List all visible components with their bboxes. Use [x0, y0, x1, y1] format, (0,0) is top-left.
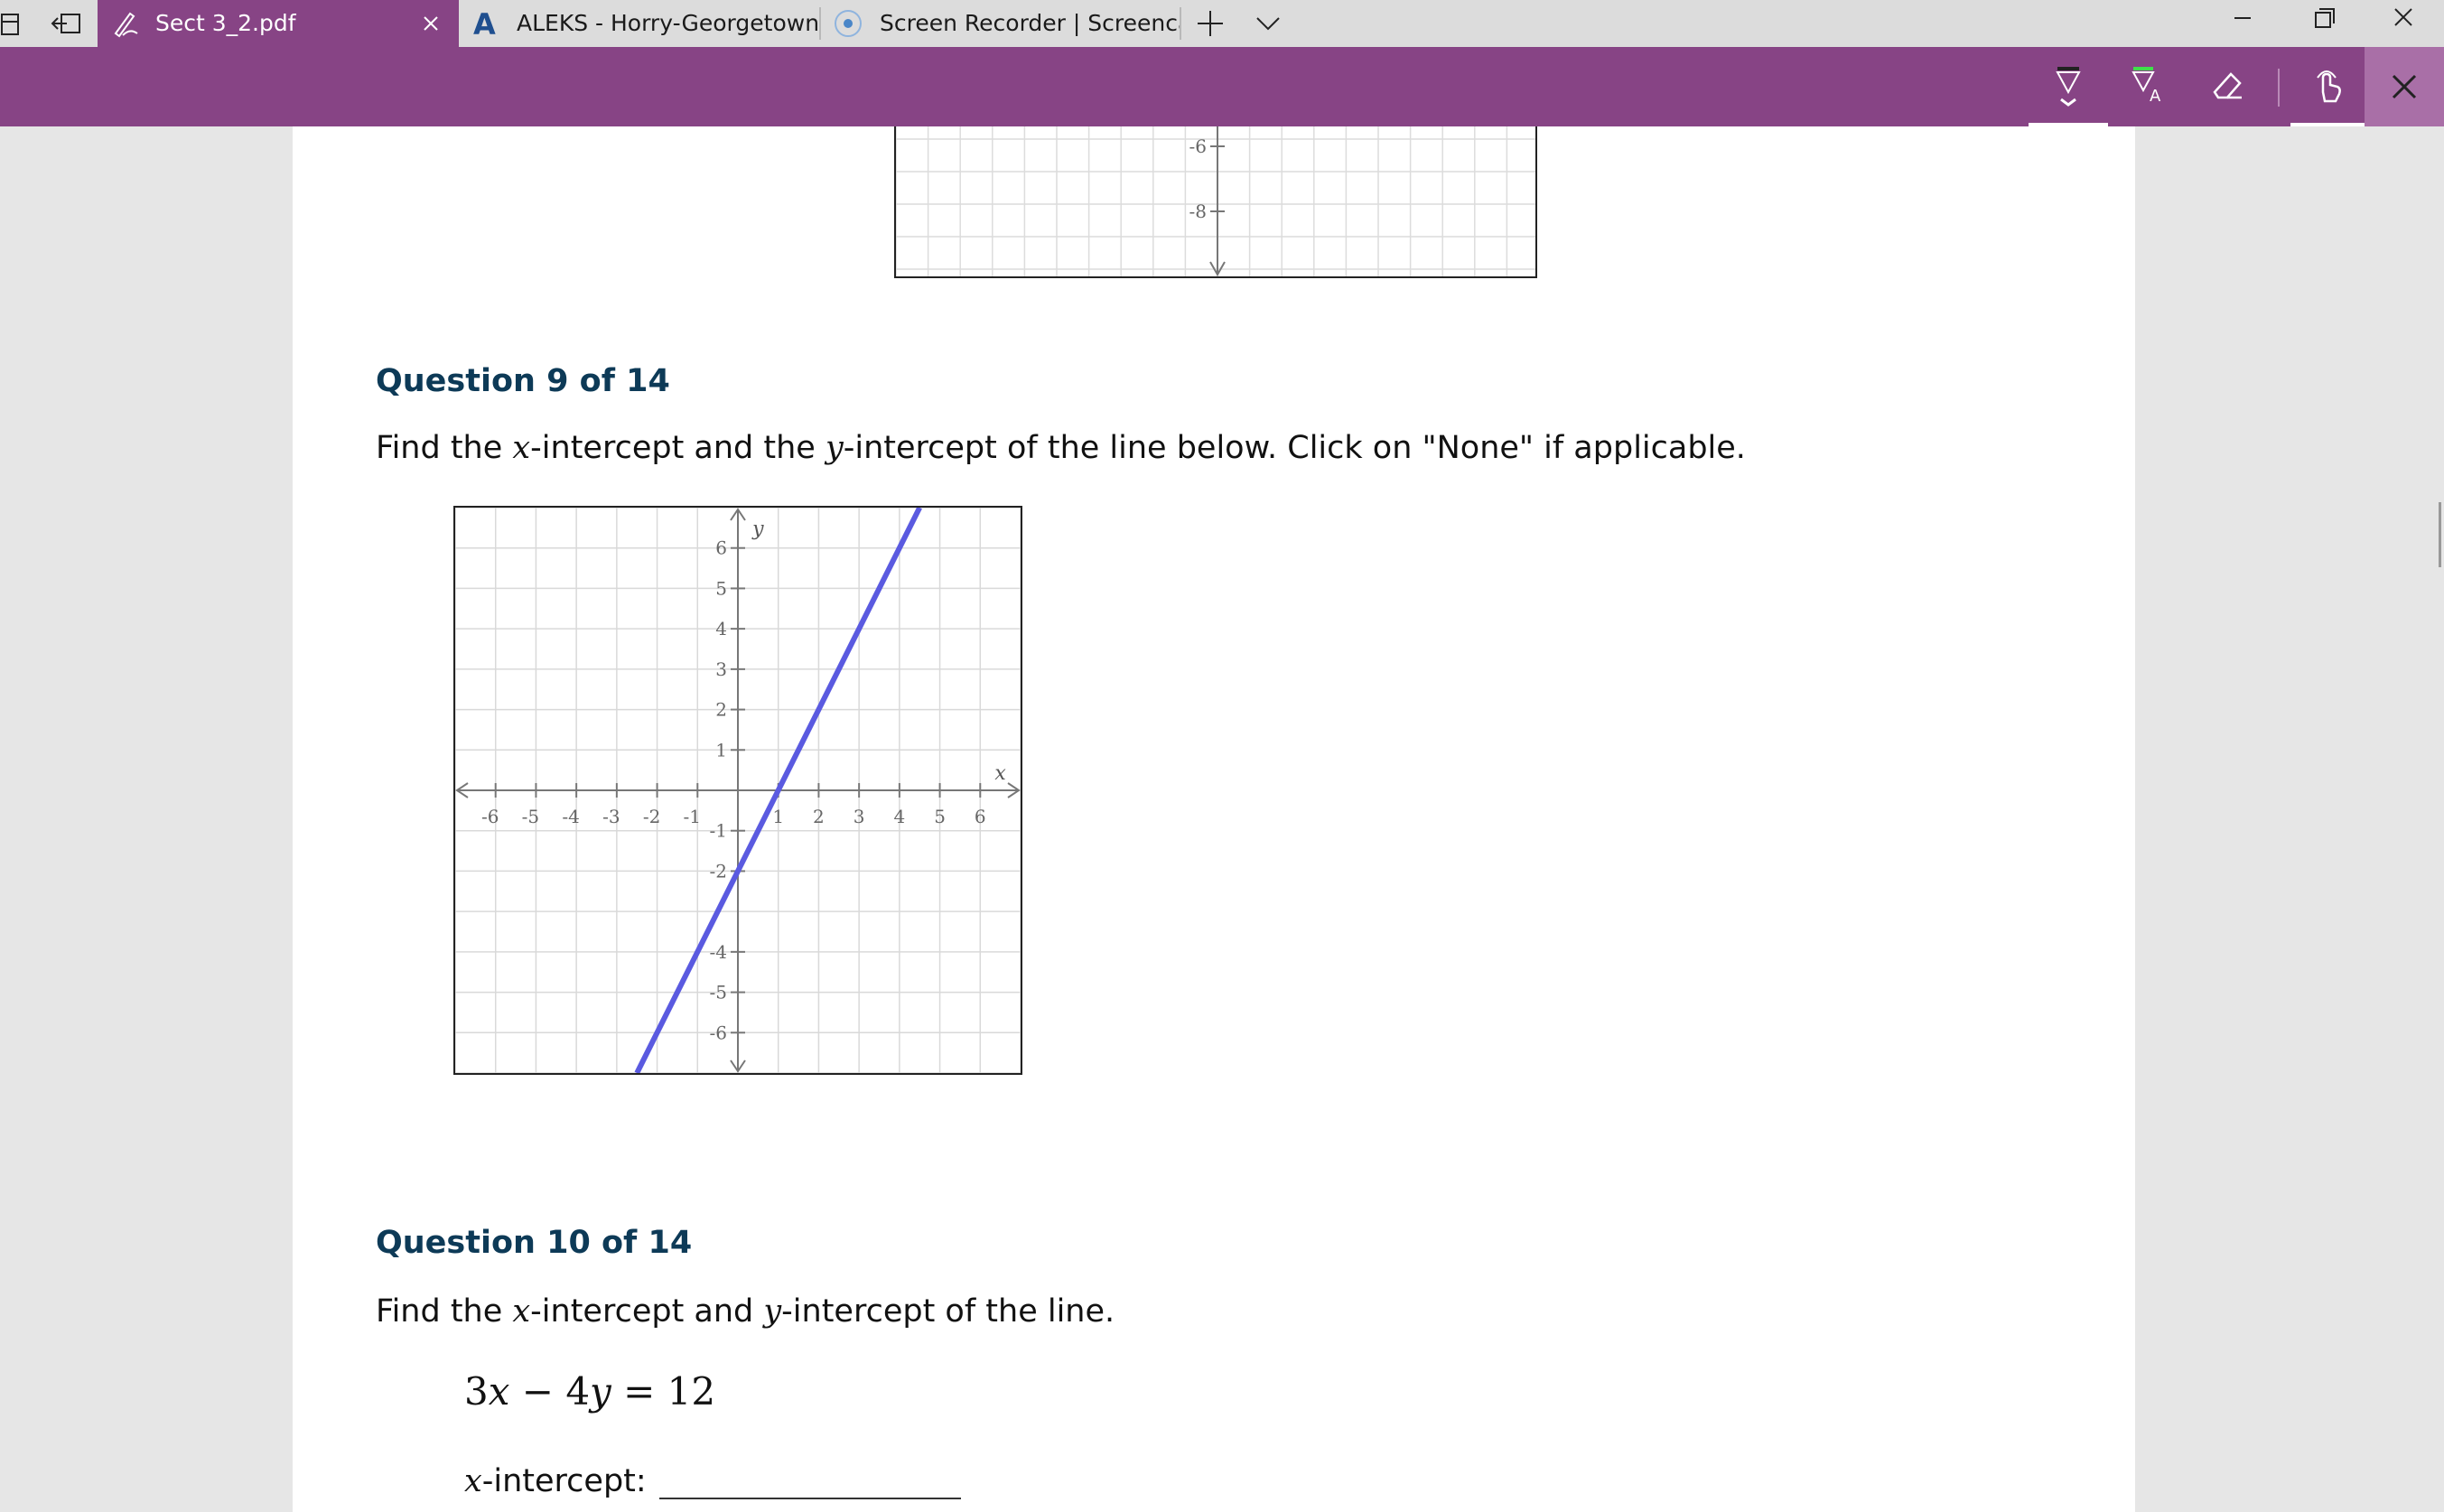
- tab-divider: [1180, 7, 1181, 40]
- tab-sect-3-2-pdf[interactable]: Sect 3_2.pdf: [98, 0, 459, 47]
- variable-y: y: [763, 1293, 782, 1330]
- x-tick-label: 3: [854, 806, 865, 827]
- chevron-down-icon[interactable]: [1252, 7, 1284, 40]
- y-tick-label: -8: [1189, 201, 1207, 222]
- browser-tab-bar: Sect 3_2.pdf A ALEKS - Horry-Georgetown …: [0, 0, 2444, 47]
- y-tick-label: -2: [710, 860, 727, 882]
- x-tick-label: -2: [643, 806, 660, 827]
- prompt-text: -intercept of the line below. Click on "…: [843, 430, 1746, 466]
- answer-label: -intercept:: [481, 1463, 647, 1499]
- highlight-text-icon: A: [2132, 67, 2161, 106]
- prompt-text: -intercept and: [530, 1293, 764, 1330]
- draw-tool-button[interactable]: [2029, 47, 2108, 126]
- touch-write-icon: [2317, 70, 2341, 103]
- y-tick-label: 3: [715, 658, 727, 680]
- prompt-text: -intercept and the: [530, 430, 826, 466]
- svg-text:A: A: [473, 8, 496, 39]
- svg-text:A: A: [2150, 87, 2161, 106]
- highlight-tool-button[interactable]: A: [2108, 47, 2187, 126]
- tab-title: Sect 3_2.pdf: [155, 10, 296, 36]
- touch-write-button[interactable]: [2290, 47, 2370, 126]
- x-tick-label: 4: [893, 806, 905, 827]
- pen-icon: [110, 8, 141, 39]
- x-tick-label: 6: [975, 806, 986, 827]
- window-close-button[interactable]: [2363, 0, 2444, 47]
- tab-title: ALEKS - Horry-Georgetown: [517, 10, 820, 36]
- x-tick-label: -3: [602, 806, 620, 827]
- y-tick-label: -6: [710, 1022, 727, 1043]
- eraser-tool-button[interactable]: [2187, 47, 2267, 126]
- x-tick-label: -6: [481, 806, 499, 827]
- tab-aleks[interactable]: A ALEKS - Horry-Georgetown: [459, 0, 820, 47]
- tab-title: Screen Recorder | Screencas: [880, 10, 1180, 36]
- y-axis-label: y: [751, 518, 764, 540]
- coordinate-plane-graph: -6 -5 -4 -3 -2 -1 1 2 3 4 5 6 6 5 4 3 2 1 -1 -2 -4 -5 -6 x y: [453, 506, 1022, 1075]
- set-aside-tabs-icon[interactable]: [51, 7, 83, 40]
- previous-graph-grid: -6 -8: [896, 126, 1535, 276]
- x-tick-label: 2: [813, 806, 825, 827]
- y-tick-label: 5: [715, 577, 727, 599]
- y-tick-label: -4: [710, 941, 727, 963]
- close-tab-icon[interactable]: [415, 8, 446, 39]
- draw-icon: [2056, 67, 2081, 107]
- x-tick-label: -4: [562, 806, 579, 827]
- tab-divider: [819, 7, 821, 40]
- question-10-equation: 3x − 4y = 12: [464, 1369, 715, 1414]
- y-tick-label: 1: [715, 739, 727, 761]
- x-tick-label: -5: [522, 806, 539, 827]
- question-10-title: Question 10 of 14: [376, 1225, 693, 1261]
- variable-x: x: [512, 1293, 531, 1330]
- pdf-toolbar: A: [0, 47, 2444, 126]
- active-tool-indicator: [2290, 123, 2370, 126]
- question-9-prompt: Find the x-intercept and the y-intercept…: [376, 430, 1746, 466]
- x-tick-label: 1: [772, 806, 784, 827]
- pdf-page: -6 -8 Question 9 of 14 Find the x-interce…: [293, 126, 2135, 1512]
- eraser-icon: [2213, 72, 2242, 99]
- close-ink-toolbar-button[interactable]: [2365, 47, 2444, 126]
- y-tick-label: -5: [710, 982, 727, 1003]
- x-intercept-answer-row: x-intercept:: [464, 1463, 961, 1499]
- x-tick-label: -1: [684, 806, 701, 827]
- toolbar-divider: [2278, 69, 2280, 107]
- question-10-prompt: Find the x-intercept and y-intercept of …: [376, 1293, 1115, 1330]
- equation-part: 3: [464, 1369, 489, 1414]
- equation-part: − 4: [509, 1369, 591, 1414]
- record-icon: [833, 8, 863, 39]
- x-tick-label: 5: [934, 806, 946, 827]
- equation-part: = 12: [611, 1369, 716, 1414]
- y-tick-label: 2: [715, 699, 727, 721]
- prompt-text: -intercept of the line.: [781, 1293, 1115, 1330]
- equation-variable-y: y: [590, 1369, 611, 1414]
- variable-x: x: [464, 1463, 482, 1499]
- x-axis-label: x: [994, 762, 1006, 785]
- minimize-button[interactable]: [2202, 0, 2283, 47]
- tab-screen-recorder[interactable]: Screen Recorder | Screencas: [822, 0, 1180, 47]
- prompt-text: Find the: [376, 1293, 513, 1330]
- y-tick-label: 4: [715, 618, 727, 639]
- restore-button[interactable]: [2283, 0, 2365, 47]
- previous-question-graph: -6 -8: [894, 126, 1537, 278]
- close-icon: [2392, 74, 2417, 99]
- y-tick-label: -1: [710, 820, 727, 842]
- new-tab-plus-icon[interactable]: [1194, 7, 1227, 40]
- question-9-title: Question 9 of 14: [376, 363, 670, 399]
- scrollbar-thumb[interactable]: [2439, 502, 2441, 567]
- prompt-text: Find the: [376, 430, 513, 466]
- tab-actions-icon[interactable]: [0, 7, 33, 40]
- y-tick-label: -6: [1189, 135, 1207, 157]
- graph-canvas: -6 -5 -4 -3 -2 -1 1 2 3 4 5 6 6 5 4 3 2 1 -1 -2 -4 -5 -6 x y: [454, 506, 1021, 1075]
- variable-y: y: [825, 430, 844, 466]
- equation-variable-x: x: [488, 1369, 510, 1414]
- aleks-logo-icon: A: [471, 7, 502, 42]
- variable-x: x: [512, 430, 531, 466]
- y-tick-label: 6: [715, 537, 727, 559]
- x-intercept-blank: [658, 1467, 961, 1499]
